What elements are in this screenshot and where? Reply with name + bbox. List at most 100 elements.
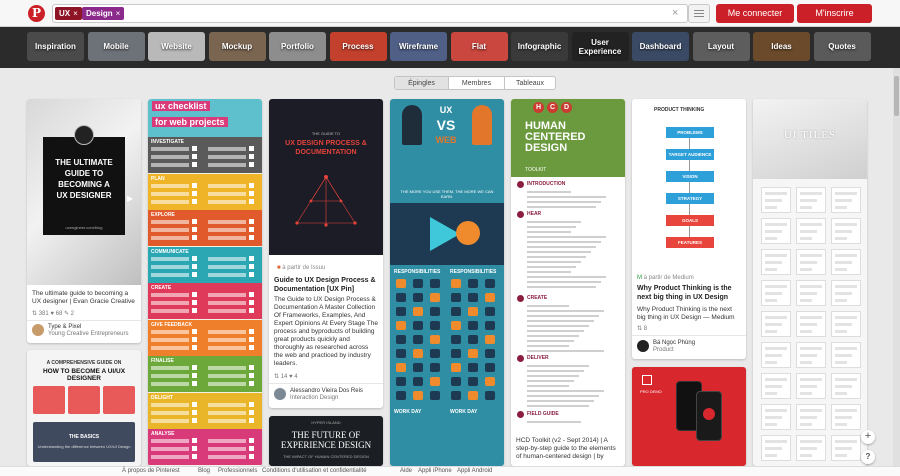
board-name[interactable]: Product bbox=[653, 347, 674, 353]
footer-link[interactable]: Aide bbox=[400, 467, 412, 476]
tile-line bbox=[800, 440, 822, 443]
section-label: EXPLORE bbox=[151, 212, 175, 218]
category-quotes[interactable]: Quotes bbox=[813, 32, 871, 61]
pin-image[interactable]: UX VS WEB THE MORE YOU USE THEM, THE MOR… bbox=[390, 99, 504, 466]
toc-line bbox=[527, 226, 576, 228]
via-source[interactable]: M à partir de Medium bbox=[637, 275, 694, 281]
checklist-line bbox=[208, 329, 246, 334]
pin-card-ui-ux-guide[interactable]: A COMPREHENSIVE GUIDE ON HOW TO BECOME A… bbox=[27, 350, 141, 466]
category-user-experience[interactable]: User Experience bbox=[571, 32, 629, 61]
pin-image[interactable]: ux checklist for web projects INVESTIGAT… bbox=[148, 99, 262, 466]
category-mobile[interactable]: Mobile bbox=[87, 32, 145, 61]
toc-line bbox=[527, 241, 601, 243]
footer-link[interactable]: Professionnels bbox=[218, 467, 257, 476]
avatar[interactable] bbox=[637, 340, 649, 352]
add-pin-button[interactable]: + bbox=[861, 430, 875, 444]
pin-credit[interactable]: Bá Ngọc Phùng Product bbox=[637, 340, 741, 356]
board-name[interactable]: Interaction Design bbox=[290, 395, 338, 401]
checklist-line bbox=[151, 374, 189, 378]
tile-line bbox=[835, 206, 847, 209]
funnel-circle bbox=[456, 221, 480, 245]
category-flat[interactable]: Flat bbox=[450, 32, 508, 61]
menu-button[interactable] bbox=[688, 4, 710, 23]
category-dashboard[interactable]: Dashboard bbox=[632, 32, 689, 61]
tile-line bbox=[835, 285, 857, 288]
tile-line bbox=[765, 223, 787, 226]
footer-link[interactable]: Appli iPhone bbox=[418, 467, 452, 476]
checklist-line bbox=[208, 155, 246, 159]
pin-image[interactable]: PRODUCT THINKING PROBLEMS TARGET AUDIENCE… bbox=[632, 99, 746, 269]
search-input[interactable]: UX × Design × × bbox=[52, 4, 688, 23]
footer-link[interactable]: Conditions d'utilisation et confidential… bbox=[262, 467, 367, 476]
pin-card-ux-vs-web[interactable]: UX VS WEB THE MORE YOU USE THEM, THE MOR… bbox=[390, 99, 504, 466]
pin-card-ui-tiles[interactable]: UI TILES bbox=[753, 99, 867, 466]
category-infographic[interactable]: Infographic bbox=[511, 32, 568, 61]
footer-link[interactable]: Blog bbox=[198, 467, 210, 476]
toc-line bbox=[527, 261, 581, 263]
avatar[interactable] bbox=[32, 324, 44, 336]
pinner-name[interactable]: Alessandro Vieira Dos Reis bbox=[290, 388, 363, 394]
category-process[interactable]: Process bbox=[329, 32, 387, 61]
clear-search-icon[interactable]: × bbox=[672, 7, 678, 20]
toc-line bbox=[527, 395, 599, 397]
pin-card-ultimate-guide[interactable]: THE ULTIMATE GUIDE TO BECOMING A UX DESI… bbox=[27, 99, 141, 343]
tab-boards[interactable]: Tableaux bbox=[505, 77, 555, 89]
search-token-ux[interactable]: UX × bbox=[55, 7, 82, 20]
pin-image[interactable]: THE GUIDE TO UX DESIGN PROCESS & DOCUMEN… bbox=[269, 99, 383, 255]
via-source[interactable]: ■ à partir de Issuu bbox=[277, 265, 325, 271]
pin-image[interactable]: UI TILES bbox=[753, 99, 867, 179]
infographic-icon bbox=[396, 363, 406, 372]
pin-description: Why Product Thinking is the next big thi… bbox=[637, 306, 735, 321]
footer-link[interactable]: Appli Android bbox=[457, 467, 492, 476]
pinner-name[interactable]: Bá Ngọc Phùng bbox=[653, 340, 695, 346]
pin-card-future-experience[interactable]: HYPER ISLAND THE FUTURE OF EXPERIENCE DE… bbox=[269, 416, 383, 466]
category-website[interactable]: Website bbox=[148, 32, 205, 61]
token-remove-icon[interactable]: × bbox=[116, 9, 121, 18]
pin-image[interactable]: H C D HUMAN CENTERED DESIGN TOOLKIT INTR… bbox=[511, 99, 625, 429]
category-wireframe[interactable]: Wireframe bbox=[390, 32, 447, 61]
search-token-design[interactable]: Design × bbox=[82, 7, 125, 20]
category-layout[interactable]: Layout bbox=[692, 32, 750, 61]
tab-members[interactable]: Membres bbox=[449, 77, 505, 89]
scrollbar[interactable] bbox=[893, 68, 900, 466]
login-button[interactable]: Me connecter bbox=[716, 4, 794, 23]
pin-credit[interactable]: Alessandro Vieira Dos Reis Interaction D… bbox=[274, 388, 378, 404]
tile-line bbox=[835, 392, 847, 395]
avatar[interactable] bbox=[274, 388, 286, 400]
tab-pins[interactable]: Épingles bbox=[395, 77, 449, 89]
pin-title[interactable]: Why Product Thinking is the next big thi… bbox=[637, 285, 741, 302]
token-remove-icon[interactable]: × bbox=[73, 9, 78, 18]
toc-line bbox=[527, 221, 581, 223]
infographic-icon bbox=[413, 391, 423, 400]
board-name[interactable]: Young Creative Entrepreneurs bbox=[48, 331, 129, 337]
pin-card-product-thinking[interactable]: PRODUCT THINKING PROBLEMS TARGET AUDIENCE… bbox=[632, 99, 746, 359]
pin-card-ux-checklist[interactable]: ux checklist for web projects INVESTIGAT… bbox=[148, 99, 262, 466]
checkbox-icon bbox=[192, 162, 197, 167]
pin-card-app-mockup[interactable]: PRO DEMO bbox=[632, 367, 746, 466]
infographic-icon bbox=[451, 293, 461, 302]
footer-link[interactable]: À propos de Pinterest bbox=[122, 467, 180, 476]
help-button[interactable]: ? bbox=[861, 450, 875, 464]
pin-title[interactable]: Guide to UX Design Process & Documentati… bbox=[274, 277, 378, 294]
pinner-name[interactable]: Type & Pixel bbox=[48, 324, 81, 330]
checklist-section: ANALYSE bbox=[148, 429, 262, 465]
checkbox-icon bbox=[249, 154, 254, 159]
signup-button[interactable]: M'inscrire bbox=[797, 4, 872, 23]
hcd-title: HUMAN CENTERED DESIGN bbox=[525, 120, 586, 154]
toc-line bbox=[527, 286, 596, 288]
category-portfolio[interactable]: Portfolio bbox=[269, 32, 326, 61]
category-ideas[interactable]: Ideas bbox=[753, 32, 810, 61]
checklist-line bbox=[208, 147, 246, 151]
pinterest-logo-icon[interactable]: P bbox=[28, 5, 45, 22]
pin-card-hcd-toolkit[interactable]: H C D HUMAN CENTERED DESIGN TOOLKIT INTR… bbox=[511, 99, 625, 466]
category-inspiration[interactable]: Inspiration bbox=[27, 32, 84, 61]
pin-image[interactable]: THE ULTIMATE GUIDE TO BECOMING A UX DESI… bbox=[27, 99, 141, 285]
scrollbar-thumb[interactable] bbox=[894, 76, 899, 116]
tile-line bbox=[800, 423, 812, 426]
pin-credit[interactable]: Type & Pixel Young Creative Entrepreneur… bbox=[32, 324, 136, 340]
pin-card-ux-design-process[interactable]: THE GUIDE TO UX DESIGN PROCESS & DOCUMEN… bbox=[269, 99, 383, 408]
infographic-icon bbox=[396, 391, 406, 400]
tile-line bbox=[835, 416, 852, 419]
wireframe-tile bbox=[796, 373, 826, 399]
category-mockup[interactable]: Mockup bbox=[208, 32, 266, 61]
